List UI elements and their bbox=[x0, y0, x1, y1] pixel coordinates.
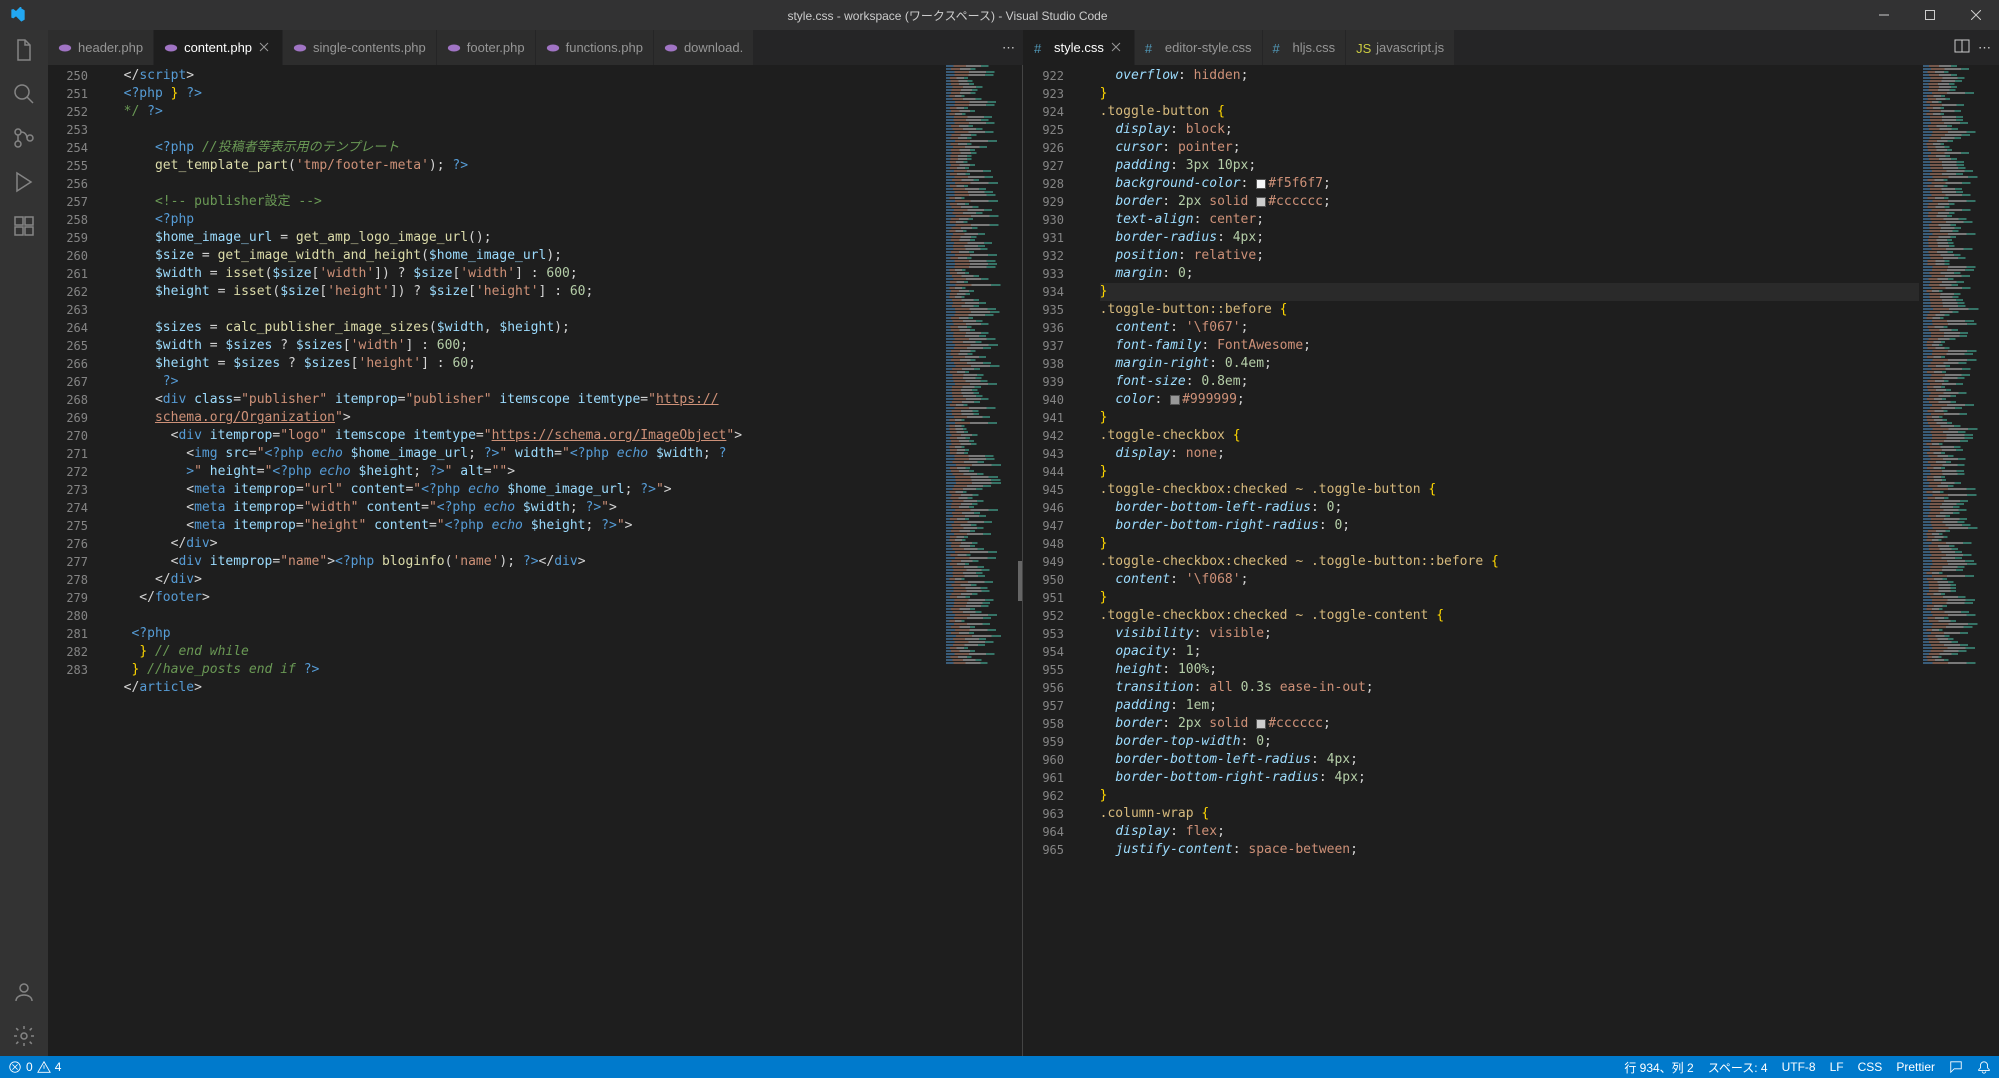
close-tab-icon[interactable] bbox=[1110, 41, 1124, 55]
tab-label: style.css bbox=[1054, 40, 1104, 55]
more-tabs-icon[interactable]: ⋯ bbox=[1002, 40, 1015, 56]
css-file-icon: # bbox=[1034, 41, 1048, 55]
split-handle[interactable] bbox=[1018, 561, 1022, 601]
tab-header-php[interactable]: header.php bbox=[48, 30, 154, 65]
window-title: style.css - workspace (ワークスペース) - Visual… bbox=[787, 7, 1107, 24]
right-tabs: # style.css # editor-style.css # hljs.css JS ja… bbox=[1024, 30, 1999, 65]
right-editor[interactable]: 922 923 924 925 926 927 928 929 930 931 … bbox=[1024, 65, 1999, 1056]
php-file-icon bbox=[164, 41, 178, 55]
left-editor[interactable]: 250 251 252 253 254 255 256 257 258 259 … bbox=[48, 65, 1023, 1056]
tab-label: header.php bbox=[78, 40, 143, 55]
more-actions-icon[interactable]: ⋯ bbox=[1978, 40, 1991, 56]
close-tab-icon[interactable] bbox=[258, 41, 272, 55]
tab-label: hljs.css bbox=[1293, 40, 1336, 55]
php-file-icon bbox=[664, 41, 678, 55]
status-line-col[interactable]: 行 934、列 2 bbox=[1624, 1059, 1693, 1076]
left-code[interactable]: </script> <?php } ?> */ ?> <?php //投稿者等表… bbox=[108, 65, 942, 1056]
left-gutter: 250 251 252 253 254 255 256 257 258 259 … bbox=[48, 65, 108, 1056]
tab-functions-php[interactable]: functions.php bbox=[536, 30, 654, 65]
account-icon[interactable] bbox=[12, 980, 36, 1004]
right-gutter: 922 923 924 925 926 927 928 929 930 931 … bbox=[1024, 65, 1084, 1056]
status-feedback-icon[interactable] bbox=[1949, 1060, 1963, 1074]
status-problems[interactable]: 0 4 bbox=[8, 1060, 61, 1074]
status-prettier[interactable]: Prettier bbox=[1896, 1060, 1935, 1074]
tab-label: javascript.js bbox=[1376, 40, 1444, 55]
right-code[interactable]: overflow: hidden; } .toggle-button { dis… bbox=[1084, 65, 1919, 1056]
tab-label: functions.php bbox=[566, 40, 643, 55]
search-icon[interactable] bbox=[12, 82, 36, 106]
php-file-icon bbox=[546, 41, 560, 55]
php-file-icon bbox=[447, 41, 461, 55]
tab-label: footer.php bbox=[467, 40, 525, 55]
status-eol[interactable]: LF bbox=[1830, 1060, 1844, 1074]
run-debug-icon[interactable] bbox=[12, 170, 36, 194]
gear-icon[interactable] bbox=[12, 1024, 36, 1048]
tab-hljs-css[interactable]: # hljs.css bbox=[1263, 30, 1347, 65]
css-file-icon: # bbox=[1145, 41, 1159, 55]
tab-javascript-js[interactable]: JS javascript.js bbox=[1346, 30, 1455, 65]
tab-single-contents-php[interactable]: single-contents.php bbox=[283, 30, 437, 65]
status-language[interactable]: CSS bbox=[1858, 1060, 1883, 1074]
split-editor-icon[interactable] bbox=[1954, 38, 1970, 57]
maximize-button[interactable] bbox=[1907, 0, 1953, 30]
right-minimap[interactable] bbox=[1919, 65, 1999, 1056]
source-control-icon[interactable] bbox=[12, 126, 36, 150]
status-encoding[interactable]: UTF-8 bbox=[1782, 1060, 1816, 1074]
close-button[interactable] bbox=[1953, 0, 1999, 30]
css-file-icon: # bbox=[1273, 41, 1287, 55]
tab-download-[interactable]: download. bbox=[654, 30, 754, 65]
statusbar: 0 4 行 934、列 2 スペース: 4 UTF-8 LF CSS Prett… bbox=[0, 1056, 1999, 1078]
status-spaces[interactable]: スペース: 4 bbox=[1708, 1059, 1768, 1076]
activity-bar bbox=[0, 30, 48, 1056]
left-tabs: header.php content.php single-contents.php… bbox=[48, 30, 1023, 65]
minimize-button[interactable] bbox=[1861, 0, 1907, 30]
js-file-icon: JS bbox=[1356, 41, 1370, 55]
tab-editor-style-css[interactable]: # editor-style.css bbox=[1135, 30, 1263, 65]
titlebar: style.css - workspace (ワークスペース) - Visual… bbox=[0, 0, 1999, 30]
tab-label: single-contents.php bbox=[313, 40, 426, 55]
tab-label: download. bbox=[684, 40, 743, 55]
explorer-icon[interactable] bbox=[12, 38, 36, 62]
tab-content-php[interactable]: content.php bbox=[154, 30, 283, 65]
tab-style-css[interactable]: # style.css bbox=[1024, 30, 1135, 65]
tab-footer-php[interactable]: footer.php bbox=[437, 30, 536, 65]
tab-label: content.php bbox=[184, 40, 252, 55]
php-file-icon bbox=[293, 41, 307, 55]
vscode-icon bbox=[10, 7, 26, 23]
status-bell-icon[interactable] bbox=[1977, 1060, 1991, 1074]
left-minimap[interactable] bbox=[942, 65, 1022, 1056]
php-file-icon bbox=[58, 41, 72, 55]
extensions-icon[interactable] bbox=[12, 214, 36, 238]
tab-label: editor-style.css bbox=[1165, 40, 1252, 55]
